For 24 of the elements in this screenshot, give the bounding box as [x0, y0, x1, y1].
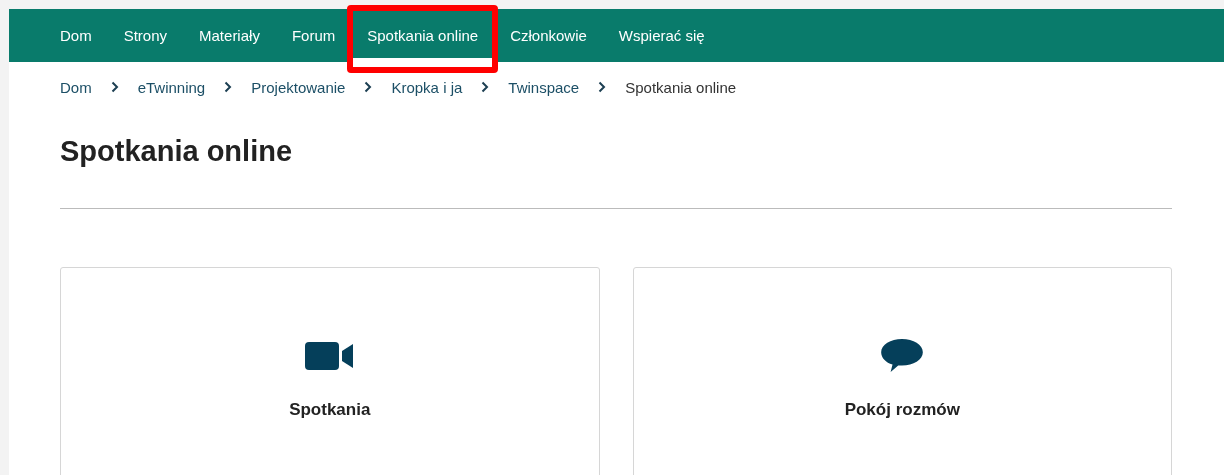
- page-title: Spotkania online: [60, 134, 294, 169]
- breadcrumb-link[interactable]: Projektowanie: [251, 78, 346, 96]
- nav-tab[interactable]: Członkowie: [494, 9, 603, 62]
- chevron-icon: [481, 81, 490, 93]
- chevron-icon: [110, 81, 119, 93]
- nav-tab[interactable]: Strony: [107, 9, 184, 62]
- nav-tab[interactable]: Wspierać się: [602, 9, 721, 62]
- card[interactable]: Pokój rozmów: [632, 266, 1172, 475]
- breadcrumb-link[interactable]: Kropka i ja: [391, 78, 463, 96]
- breadcrumb-link[interactable]: eTwinning: [137, 78, 206, 96]
- nav-tab[interactable]: Dom: [44, 9, 108, 62]
- card[interactable]: Spotkania: [60, 266, 600, 475]
- breadcrumb-link[interactable]: Twinspace: [508, 78, 580, 96]
- nav-tab[interactable]: Spotkania online: [351, 9, 495, 62]
- chevron-icon: [598, 81, 607, 93]
- speech-bubble-icon: [879, 337, 926, 374]
- chevron-icon: [224, 81, 233, 93]
- chevron-icon: [364, 81, 373, 93]
- card-label: Spotkania: [289, 399, 371, 420]
- nav-tab[interactable]: Materiały: [183, 9, 276, 62]
- breadcrumb-link[interactable]: Dom: [60, 78, 92, 96]
- card-label: Pokój rozmów: [844, 399, 960, 420]
- breadcrumb-current: Spotkania online: [625, 78, 737, 96]
- nav-tab[interactable]: Forum: [275, 9, 352, 62]
